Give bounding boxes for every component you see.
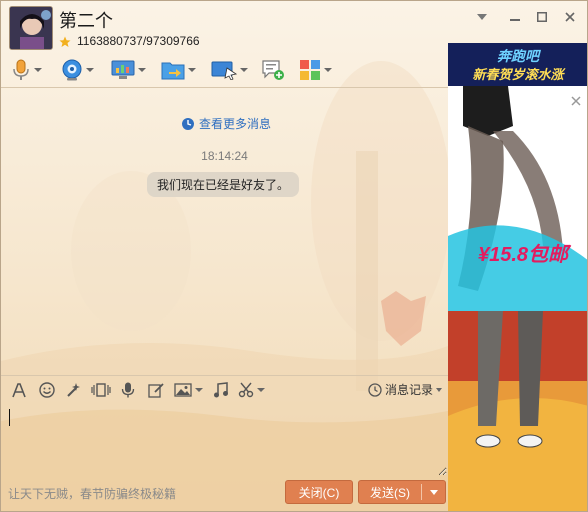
apps-grid-icon bbox=[300, 60, 320, 80]
send-message-button[interactable] bbox=[261, 57, 285, 83]
text-caret bbox=[9, 409, 10, 426]
svg-text:新春贺岁滚水涨: 新春贺岁滚水涨 bbox=[472, 67, 566, 83]
screenshot-button[interactable] bbox=[238, 380, 265, 400]
shake-button[interactable] bbox=[91, 380, 111, 400]
image-icon bbox=[174, 383, 192, 397]
minimize-icon bbox=[510, 19, 520, 21]
input-toolbar: 消息记录 bbox=[1, 375, 448, 403]
minimize-button[interactable] bbox=[504, 7, 526, 27]
font-button[interactable] bbox=[11, 380, 27, 400]
maximize-icon bbox=[537, 12, 547, 22]
send-button[interactable]: 发送(S) bbox=[358, 480, 446, 504]
more-messages-label: 查看更多消息 bbox=[199, 117, 272, 131]
chat-toolbar bbox=[1, 53, 448, 87]
close-window-button[interactable] bbox=[559, 7, 581, 27]
chevron-down-icon bbox=[429, 489, 438, 495]
scissors-icon bbox=[238, 382, 254, 398]
chevron-down-icon bbox=[477, 14, 487, 20]
music-note-icon bbox=[214, 382, 228, 398]
maximize-button[interactable] bbox=[531, 7, 553, 27]
close-icon bbox=[571, 96, 581, 106]
remote-desktop-icon bbox=[111, 60, 135, 79]
clock-icon bbox=[368, 382, 382, 397]
ad-panel[interactable]: 奔跑吧 新春贺岁滚水涨 ¥15.8包邮 bbox=[448, 43, 587, 511]
more-messages-link[interactable]: 查看更多消息 bbox=[181, 115, 271, 132]
send-file-icon bbox=[161, 62, 185, 80]
ad-image bbox=[448, 86, 587, 511]
image-button[interactable] bbox=[174, 380, 203, 400]
chat-window: 第二个 1163880737/97309766 奔跑吧 新春贺岁滚水涨 ¥15.… bbox=[0, 0, 588, 512]
contact-id: 1163880737/97309766 bbox=[77, 34, 200, 48]
smiley-icon bbox=[39, 382, 55, 398]
contact-name: 第二个 bbox=[59, 11, 113, 31]
edit-icon bbox=[148, 383, 164, 398]
emoji-button[interactable] bbox=[39, 380, 55, 400]
shake-window-icon bbox=[91, 383, 111, 397]
font-icon bbox=[12, 383, 26, 398]
svg-text:奔跑吧: 奔跑吧 bbox=[497, 48, 542, 65]
voice-message-button[interactable] bbox=[121, 380, 135, 400]
magic-wand-icon bbox=[67, 383, 80, 397]
send-button-label: 发送(S) bbox=[370, 485, 410, 500]
magic-button[interactable] bbox=[65, 380, 81, 400]
star-icon bbox=[59, 36, 71, 47]
dropdown-menu-button[interactable] bbox=[471, 7, 493, 27]
close-icon bbox=[565, 12, 575, 22]
close-button[interactable]: 关闭(C) bbox=[285, 480, 353, 504]
ad-close-button[interactable] bbox=[571, 93, 581, 109]
message-input[interactable] bbox=[3, 404, 447, 476]
voice-call-button[interactable] bbox=[11, 57, 42, 83]
message-history-button[interactable]: 消息记录 bbox=[368, 381, 442, 398]
ad-price: ¥15.8包邮 bbox=[478, 244, 569, 266]
microphone-icon bbox=[13, 59, 29, 80]
message-timestamp: 18:14:24 bbox=[201, 149, 248, 163]
apps-button[interactable] bbox=[299, 57, 332, 83]
send-file-button[interactable] bbox=[161, 57, 196, 83]
footer-tip[interactable]: 让天下无贼，春节防骗终极秘籍 bbox=[8, 485, 176, 502]
avatar[interactable] bbox=[9, 6, 53, 50]
music-button[interactable] bbox=[213, 380, 229, 400]
message-history-label: 消息记录 bbox=[384, 383, 433, 397]
message-add-icon bbox=[262, 60, 284, 80]
send-options-dropdown[interactable] bbox=[422, 489, 445, 495]
ad-banner[interactable]: 奔跑吧 新春贺岁滚水涨 bbox=[448, 43, 587, 86]
screen-share-button[interactable] bbox=[211, 57, 248, 83]
webcam-icon bbox=[62, 59, 82, 81]
remote-desktop-button[interactable] bbox=[111, 57, 146, 83]
clock-icon bbox=[182, 117, 194, 130]
screen-share-icon bbox=[211, 61, 237, 80]
system-message: 我们现在已经是好友了。 bbox=[147, 172, 300, 197]
toolbar-divider bbox=[1, 87, 448, 88]
microphone-icon bbox=[121, 382, 135, 398]
video-call-button[interactable] bbox=[61, 57, 94, 83]
edit-button[interactable] bbox=[148, 380, 164, 400]
